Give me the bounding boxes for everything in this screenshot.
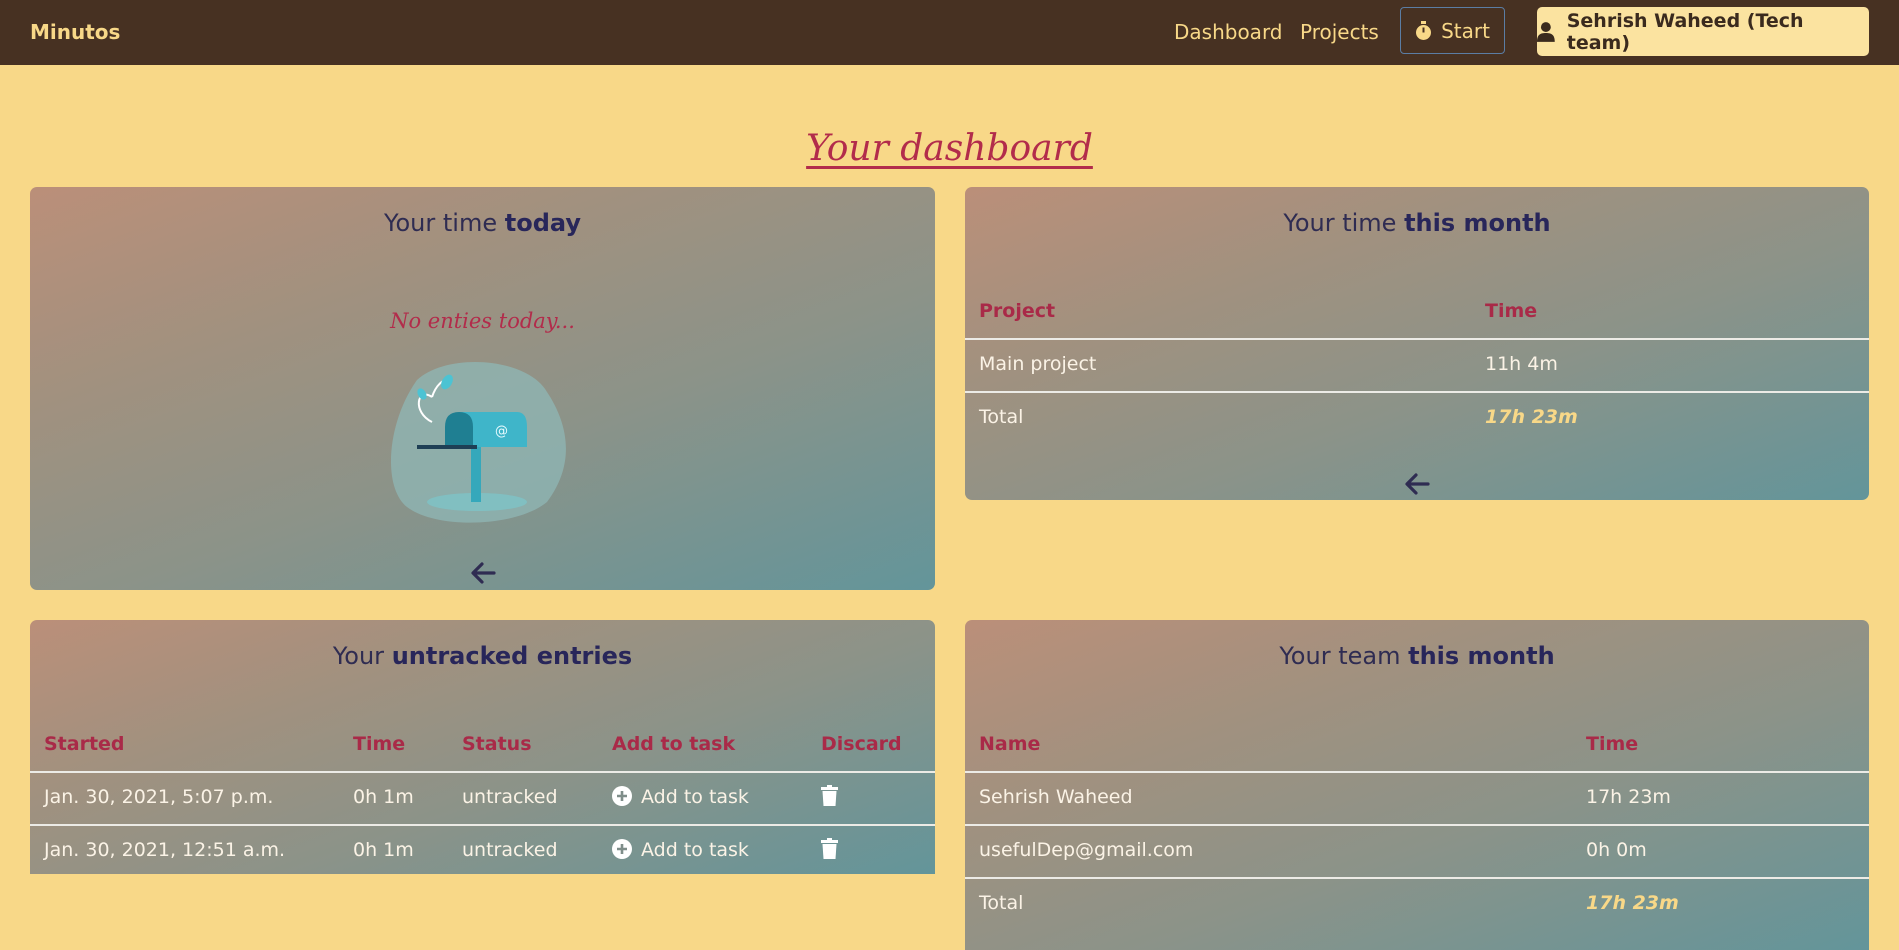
table-header-row: Started Time Status Add to task Discard <box>30 720 935 773</box>
entry-started: Jan. 30, 2021, 12:51 a.m. <box>44 839 286 861</box>
untracked-table: Started Time Status Add to task Discard … <box>30 720 935 874</box>
project-time: 11h 4m <box>1485 353 1558 375</box>
table-row: Sehrish Waheed 17h 23m <box>965 773 1869 826</box>
member-name: usefulDep@gmail.com <box>979 839 1194 861</box>
discard-button[interactable] <box>821 838 838 864</box>
card-title-prefix: Your <box>332 642 392 670</box>
trash-icon <box>821 838 838 859</box>
col-header-discard: Discard <box>821 733 902 755</box>
table-row: Jan. 30, 2021, 12:51 a.m. 0h 1m untracke… <box>30 826 935 874</box>
svg-text:@: @ <box>495 424 508 439</box>
month-table: Project Time Main project 11h 4m Total 1… <box>965 287 1869 444</box>
total-label: Total <box>979 892 1024 914</box>
total-value: 17h 23m <box>1485 406 1578 428</box>
card-title-bold: today <box>504 209 581 237</box>
mailbox-illustration: @ <box>390 361 566 523</box>
card-title-today: Your time today <box>30 209 935 237</box>
stopwatch-icon <box>1416 20 1432 40</box>
card-title-untracked: Your untracked entries <box>30 642 935 670</box>
col-header-name: Name <box>979 733 1041 755</box>
project-name: Main project <box>979 353 1097 375</box>
entry-started: Jan. 30, 2021, 5:07 p.m. <box>44 786 274 808</box>
start-button-label: Start <box>1441 18 1490 43</box>
back-arrow-icon[interactable] <box>1404 473 1430 495</box>
table-header-row: Project Time <box>965 287 1869 340</box>
table-row: usefulDep@gmail.com 0h 0m <box>965 826 1869 879</box>
card-title-bold: untracked entries <box>391 642 633 670</box>
member-name: Sehrish Waheed <box>979 786 1133 808</box>
card-title-prefix: Your time <box>384 209 505 237</box>
nav-link-dashboard[interactable]: Dashboard <box>1174 20 1283 44</box>
card-title-month: Your time this month <box>965 209 1869 237</box>
card-title-prefix: Your team <box>1279 642 1409 670</box>
add-to-task-button[interactable]: Add to task <box>612 839 749 861</box>
add-to-task-label: Add to task <box>641 839 749 861</box>
card-time-month: Your time this month Project Time Main p… <box>965 187 1869 500</box>
card-title-prefix: Your time <box>1283 209 1405 237</box>
col-header-time: Time <box>1485 300 1538 322</box>
trash-icon <box>821 785 838 806</box>
page-title: Your dashboard <box>806 128 1093 169</box>
discard-button[interactable] <box>821 785 838 811</box>
table-header-row: Name Time <box>965 720 1869 773</box>
total-value: 17h 23m <box>1586 892 1679 914</box>
total-label: Total <box>979 406 1024 428</box>
user-icon <box>1537 21 1555 42</box>
member-time: 0h 0m <box>1586 839 1647 861</box>
user-menu-button[interactable]: Sehrish Waheed (Tech team) <box>1537 7 1869 56</box>
entry-status: untracked <box>462 786 558 808</box>
col-header-add-to-task: Add to task <box>612 733 736 755</box>
team-table: Name Time Sehrish Waheed 17h 23m usefulD… <box>965 720 1869 930</box>
col-header-started: Started <box>44 733 125 755</box>
table-row: Main project 11h 4m <box>965 340 1869 393</box>
table-total-row: Total 17h 23m <box>965 393 1869 444</box>
entry-time: 0h 1m <box>353 839 414 861</box>
table-row: Jan. 30, 2021, 5:07 p.m. 0h 1m untracked… <box>30 773 935 826</box>
user-name-label: Sehrish Waheed (Tech team) <box>1566 9 1804 54</box>
col-header-project: Project <box>979 300 1056 322</box>
start-button[interactable]: Start <box>1400 7 1505 54</box>
card-team-month: Your team this month Name Time Sehrish W… <box>965 620 1869 950</box>
entry-status: untracked <box>462 839 558 861</box>
brand-logo[interactable]: Minutos <box>30 20 120 44</box>
add-to-task-button[interactable]: Add to task <box>612 786 749 808</box>
table-total-row: Total 17h 23m <box>965 879 1869 930</box>
col-header-time: Time <box>353 733 406 755</box>
entry-time: 0h 1m <box>353 786 414 808</box>
card-title-bold: this month <box>1408 642 1555 670</box>
add-to-task-label: Add to task <box>641 786 749 808</box>
col-header-time: Time <box>1586 733 1639 755</box>
back-arrow-icon[interactable] <box>470 562 496 584</box>
plus-circle-icon <box>612 786 632 806</box>
card-title-team: Your team this month <box>965 642 1869 670</box>
col-header-status: Status <box>462 733 532 755</box>
member-time: 17h 23m <box>1586 786 1671 808</box>
card-untracked-entries: Your untracked entries Started Time Stat… <box>30 620 935 874</box>
no-entries-message: No enties today... <box>390 309 575 333</box>
card-title-bold: this month <box>1404 209 1551 237</box>
nav-link-projects[interactable]: Projects <box>1300 20 1379 44</box>
card-time-today: Your time today No enties today... @ <box>30 187 935 590</box>
plus-circle-icon <box>612 839 632 859</box>
navbar: Minutos Dashboard Projects Start Sehrish… <box>0 0 1899 65</box>
